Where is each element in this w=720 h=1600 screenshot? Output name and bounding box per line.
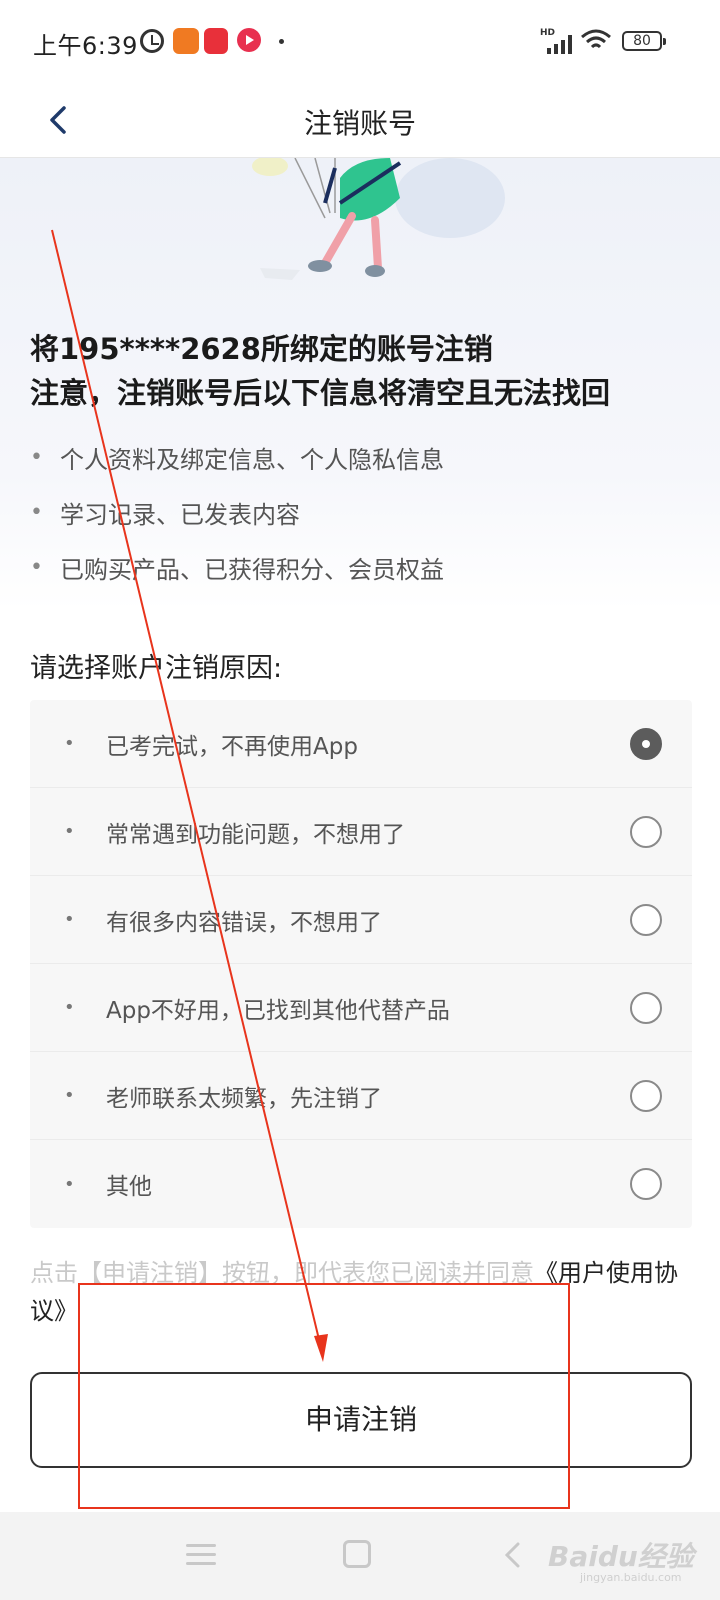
- status-bar: 上午6:39 HD 80: [0, 0, 720, 84]
- radio-selected-icon[interactable]: [630, 727, 662, 760]
- reason-option[interactable]: • 其他: [30, 1140, 692, 1228]
- bullet-icon: •: [30, 555, 43, 580]
- bullet-icon: •: [30, 445, 43, 470]
- bullet-icon: •: [64, 909, 75, 930]
- bullet-icon: •: [64, 997, 75, 1018]
- radio-unselected-icon[interactable]: [630, 1079, 662, 1112]
- reason-option[interactable]: • App不好用，已找到其他代替产品: [30, 964, 692, 1052]
- farewell-illustration: [252, 158, 505, 280]
- menu-icon[interactable]: [186, 1542, 216, 1568]
- cleared-info-list: • 个人资料及绑定信息、个人隐私信息 • 学习记录、已发表内容 • 已购买产品、已获得…: [30, 430, 444, 595]
- list-item-text: 已购买产品、已获得积分、会员权益: [60, 556, 444, 584]
- radio-unselected-icon[interactable]: [630, 815, 662, 848]
- radio-unselected-icon[interactable]: [630, 1168, 662, 1200]
- video-app-notification-icon: [237, 28, 261, 52]
- radio-unselected-icon[interactable]: [630, 991, 662, 1024]
- list-item-text: 个人资料及绑定信息、个人隐私信息: [60, 446, 444, 474]
- list-item: • 个人资料及绑定信息、个人隐私信息: [30, 430, 444, 485]
- list-item: • 已购买产品、已获得积分、会员权益: [30, 540, 444, 595]
- baidu-watermark-url: jingyan.baidu.com: [580, 1571, 682, 1584]
- bullet-icon: •: [64, 1085, 75, 1106]
- page-title: 注销账号: [303, 107, 416, 140]
- bullet-icon: •: [64, 1173, 75, 1195]
- system-back-icon[interactable]: [498, 1540, 528, 1570]
- list-item-text: 学习记录、已发表内容: [60, 501, 300, 529]
- data-loss-warning-heading: 注意，注销账号后以下信息将清空且无法找回: [30, 376, 611, 410]
- bullet-icon: •: [64, 821, 75, 842]
- reason-options: • 已考完试，不再使用App • 常常遇到功能问题，不想用了 • 有很多内容错误…: [30, 700, 692, 1228]
- reason-option[interactable]: • 常常遇到功能问题，不想用了: [30, 788, 692, 876]
- reason-option[interactable]: • 已考完试，不再使用App: [30, 700, 692, 788]
- status-time: 上午6:39: [33, 32, 138, 60]
- xiaohongshu-notification-icon: [204, 28, 228, 54]
- reason-label: 其他: [106, 1174, 152, 1200]
- bullet-icon: •: [30, 500, 43, 525]
- reason-label: 已考完试，不再使用App: [106, 733, 358, 760]
- baidu-watermark: Baidu经验: [548, 1540, 694, 1573]
- agreement-text: 点击【申请注销】按钮，即代表您已阅读并同意: [30, 1259, 534, 1287]
- wifi-icon: [581, 29, 611, 49]
- reason-option[interactable]: • 老师联系太频繁，先注销了: [30, 1052, 692, 1140]
- reason-label: 老师联系太频繁，先注销了: [106, 1085, 382, 1112]
- reason-label: 常常遇到功能问题，不想用了: [106, 821, 405, 848]
- list-item: • 学习记录、已发表内容: [30, 485, 444, 540]
- reason-section-title: 请选择账户注销原因:: [30, 653, 283, 684]
- battery-icon: 80: [622, 31, 666, 51]
- reason-label: App不好用，已找到其他代替产品: [106, 997, 450, 1024]
- app-notification-icon: [173, 28, 199, 54]
- home-icon[interactable]: [343, 1540, 371, 1568]
- reason-label: 有很多内容错误，不想用了: [106, 909, 382, 936]
- bullet-icon: •: [64, 733, 75, 754]
- radio-unselected-icon[interactable]: [630, 903, 662, 936]
- more-notifications-dot-icon: [279, 39, 284, 44]
- nav-bar: 注销账号: [0, 84, 720, 158]
- signal-icon: [543, 30, 575, 54]
- alarm-icon: [140, 29, 164, 53]
- agreement-notice: 点击【申请注销】按钮，即代表您已阅读并同意《用户使用协议》: [30, 1254, 690, 1330]
- unbind-phone-heading: 将195****2628所绑定的账号注销: [30, 332, 493, 366]
- reason-option[interactable]: • 有很多内容错误，不想用了: [30, 876, 692, 964]
- apply-cancellation-button[interactable]: 申请注销: [30, 1372, 692, 1468]
